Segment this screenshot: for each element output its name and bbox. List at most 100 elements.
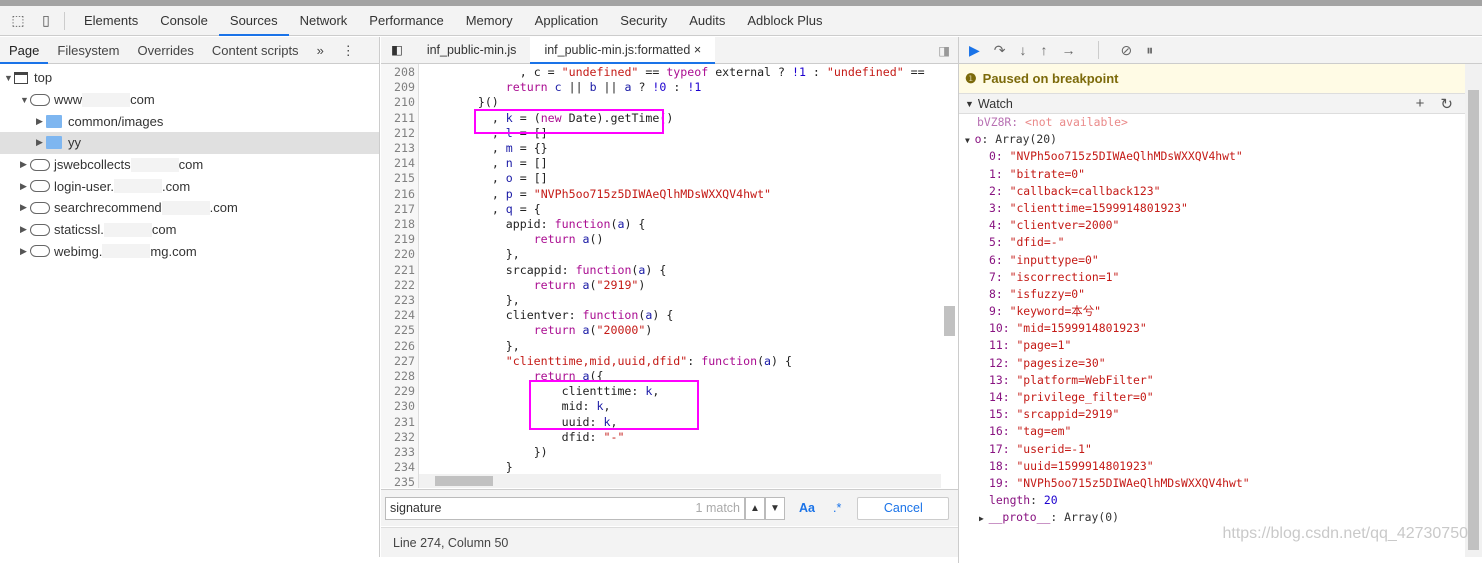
array-item: 16: "tag=em" [959, 423, 1482, 440]
step-over-icon[interactable]: ↷ [994, 42, 1006, 59]
collapse-icon[interactable]: ▼ [4, 73, 14, 83]
tree-item[interactable]: ▶ webimg. mg.com [0, 241, 379, 263]
expand-icon[interactable]: ▶ [36, 137, 46, 148]
line-number[interactable]: 231 [381, 415, 415, 430]
device-toolbar-icon[interactable]: ▯ [36, 11, 56, 31]
line-number[interactable]: 209 [381, 80, 415, 95]
navigator-tab-page[interactable]: Page [0, 37, 49, 64]
line-number[interactable]: 218 [381, 217, 415, 232]
line-number[interactable]: 228 [381, 369, 415, 384]
line-number[interactable]: 230 [381, 399, 415, 414]
tab-audits[interactable]: Audits [678, 6, 736, 36]
line-number[interactable]: 229 [381, 384, 415, 399]
watch-item-array[interactable]: ▼ o: Array(20) [959, 131, 1482, 148]
tree-item[interactable]: ▶ yy [0, 132, 379, 154]
line-number[interactable]: 221 [381, 263, 415, 278]
line-number[interactable]: 216 [381, 187, 415, 202]
tab-network[interactable]: Network [289, 6, 359, 36]
tree-item[interactable]: ▶ jswebcollects com [0, 154, 379, 176]
toggle-navigator-icon[interactable]: ◧ [381, 37, 413, 64]
collapse-icon[interactable]: ▼ [965, 99, 974, 109]
deactivate-breakpoints-icon[interactable]: ⊘ [1121, 42, 1133, 59]
line-number[interactable]: 232 [381, 430, 415, 445]
tab-adblock-plus[interactable]: Adblock Plus [736, 6, 833, 36]
editor-tab-formatted[interactable]: inf_public-min.js:formatted × [530, 36, 716, 64]
watch-header[interactable]: ▼ Watch + ↻ [959, 94, 1465, 114]
expand-icon[interactable]: ▶ [20, 159, 30, 170]
line-number[interactable]: 217 [381, 202, 415, 217]
line-number[interactable]: 235 [381, 475, 415, 488]
line-number[interactable]: 227 [381, 354, 415, 369]
expand-icon[interactable]: ▶ [36, 116, 46, 127]
tab-application[interactable]: Application [524, 6, 610, 36]
step-into-icon[interactable]: ↓ [1020, 42, 1027, 58]
match-case-button[interactable]: Aa [799, 501, 815, 515]
scroll-thumb[interactable] [944, 306, 955, 336]
vertical-scrollbar[interactable] [941, 64, 958, 474]
add-watch-icon[interactable]: + [1416, 95, 1425, 113]
navigator-tab-overrides[interactable]: Overrides [129, 37, 203, 64]
code-view[interactable]: 208 , c = "undefined" == typeof external… [381, 64, 958, 488]
tab-memory[interactable]: Memory [455, 6, 524, 36]
expand-icon[interactable]: ▶ [20, 224, 30, 235]
refresh-icon[interactable]: ↻ [1440, 95, 1453, 113]
toggle-debugger-icon[interactable]: ◨ [938, 43, 958, 58]
line-number[interactable]: 225 [381, 323, 415, 338]
tab-security[interactable]: Security [609, 6, 678, 36]
watch-list: bVZ8R: <not available> ▼ o: Array(20) 0:… [959, 114, 1482, 527]
code-token: "clienttime,mid,uuid,dfid" [505, 353, 688, 368]
step-icon[interactable]: → [1062, 42, 1076, 58]
horizontal-scrollbar[interactable] [419, 474, 941, 488]
scroll-thumb[interactable] [435, 476, 493, 486]
line-number[interactable]: 214 [381, 156, 415, 171]
tree-item[interactable]: ▼ top [0, 67, 379, 89]
line-number[interactable]: 224 [381, 308, 415, 323]
line-number[interactable]: 215 [381, 171, 415, 186]
more-tabs-button[interactable]: » [308, 37, 333, 64]
navigator-menu-icon[interactable]: ⋮ [333, 37, 364, 64]
pause-on-exceptions-icon[interactable]: ⏸ [1146, 42, 1153, 59]
line-number[interactable]: 219 [381, 232, 415, 247]
expand-icon[interactable]: ▼ [965, 136, 975, 145]
line-number[interactable]: 212 [381, 126, 415, 141]
expand-icon[interactable]: ▶ [20, 246, 30, 257]
inspect-element-icon[interactable]: ⬚ [8, 11, 28, 31]
array-proto[interactable]: ▶ __proto__: Array(0) [959, 509, 1482, 526]
previous-match-button[interactable]: ▲ [745, 496, 765, 520]
editor-tab-min[interactable]: inf_public-min.js [413, 37, 531, 64]
cancel-button[interactable]: Cancel [857, 496, 950, 520]
collapse-icon[interactable]: ▼ [20, 95, 30, 105]
line-number[interactable]: 210 [381, 95, 415, 110]
line-number[interactable]: 208 [381, 65, 415, 80]
regex-button[interactable]: .* [833, 501, 841, 515]
tree-item[interactable]: ▶ login-user. .com [0, 175, 379, 197]
tree-item[interactable]: ▶ searchrecommend .com [0, 197, 379, 219]
search-input[interactable]: signature 1 match [385, 496, 745, 520]
tab-console[interactable]: Console [149, 6, 219, 36]
close-tab-icon[interactable]: × [694, 43, 701, 57]
tab-performance[interactable]: Performance [358, 6, 454, 36]
tab-sources[interactable]: Sources [218, 6, 289, 36]
line-number[interactable]: 211 [381, 111, 415, 126]
line-number[interactable]: 222 [381, 278, 415, 293]
expand-icon[interactable]: ▶ [20, 181, 30, 192]
tree-item[interactable]: ▼ www com [0, 89, 379, 111]
navigator-tab-content-scripts[interactable]: Content scripts [203, 37, 308, 64]
line-number[interactable]: 233 [381, 445, 415, 460]
navigator-tab-filesystem[interactable]: Filesystem [48, 37, 128, 64]
line-number[interactable]: 226 [381, 339, 415, 354]
step-out-icon[interactable]: ↑ [1041, 42, 1048, 58]
next-match-button[interactable]: ▼ [765, 496, 785, 520]
tab-elements[interactable]: Elements [73, 6, 149, 36]
line-number[interactable]: 234 [381, 460, 415, 475]
scroll-thumb[interactable] [1468, 90, 1479, 550]
line-number[interactable]: 220 [381, 247, 415, 262]
tree-item[interactable]: ▶ common/images [0, 110, 379, 132]
expand-icon[interactable]: ▶ [979, 514, 989, 523]
tree-item[interactable]: ▶ staticssl. com [0, 219, 379, 241]
resume-icon[interactable]: ▶ [969, 42, 980, 59]
expand-icon[interactable]: ▶ [20, 202, 30, 213]
debugger-scrollbar[interactable] [1465, 64, 1482, 557]
line-number[interactable]: 223 [381, 293, 415, 308]
line-number[interactable]: 213 [381, 141, 415, 156]
